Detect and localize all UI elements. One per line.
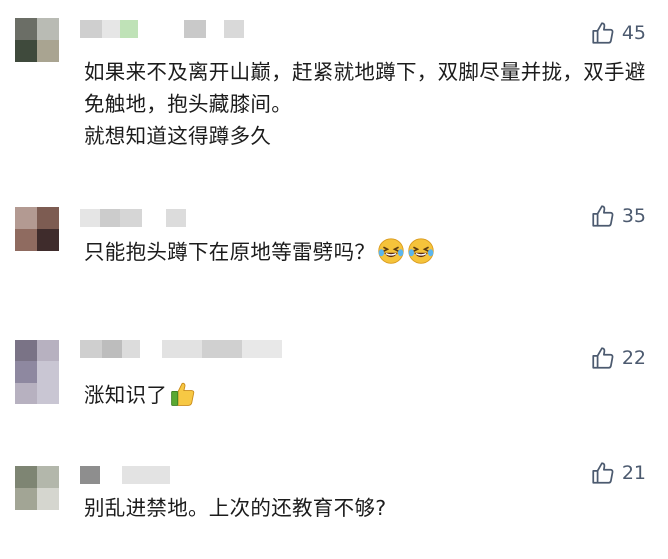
name-mosaic-block bbox=[162, 340, 202, 358]
thumbs-up-icon bbox=[592, 462, 614, 484]
thumbs-up-icon bbox=[592, 347, 614, 369]
avatar-pixel bbox=[15, 18, 37, 40]
avatar-pixel bbox=[37, 466, 59, 488]
comment-line: 如果来不及离开山巅，赶紧就地蹲下，双脚尽量并拢，双手避免触地，抱头藏膝间。 bbox=[84, 60, 646, 116]
avatar-pixel bbox=[37, 361, 59, 383]
avatar-pixel bbox=[37, 340, 59, 362]
comment-text: 涨知识了 bbox=[84, 379, 650, 411]
avatar-pixel bbox=[15, 340, 37, 362]
avatar-pixel bbox=[37, 382, 59, 404]
avatar-pixel bbox=[15, 40, 37, 62]
name-mosaic-block bbox=[206, 20, 224, 38]
avatar[interactable] bbox=[15, 18, 59, 62]
name-mosaic-block bbox=[140, 340, 162, 358]
username-obscured[interactable] bbox=[80, 466, 170, 484]
like-count: 35 bbox=[621, 205, 646, 227]
avatar-pixel bbox=[37, 488, 59, 510]
name-mosaic-block bbox=[122, 340, 140, 358]
avatar-pixel bbox=[37, 18, 59, 40]
name-mosaic-block bbox=[120, 20, 138, 38]
name-mosaic-block bbox=[184, 20, 206, 38]
name-mosaic-block bbox=[100, 209, 120, 227]
name-mosaic-block bbox=[80, 466, 100, 484]
name-mosaic-block bbox=[224, 20, 244, 38]
avatar-pixel bbox=[15, 488, 37, 510]
name-mosaic-block bbox=[102, 340, 122, 358]
comment-line: 就想知道这得蹲多久 bbox=[84, 124, 272, 148]
avatar-pixel bbox=[15, 207, 37, 229]
avatar-pixel bbox=[15, 382, 37, 404]
thumbs-up-emoji bbox=[171, 382, 195, 406]
name-mosaic-block bbox=[122, 466, 170, 484]
name-mosaic-block bbox=[142, 209, 166, 227]
avatar-pixel bbox=[15, 466, 37, 488]
comment-line: 只能抱头蹲下在原地等雷劈吗？ bbox=[84, 236, 650, 268]
thumbs-up-icon bbox=[592, 22, 614, 44]
comment-line-text: 涨知识了 bbox=[84, 383, 168, 407]
like-button[interactable]: 45 bbox=[590, 20, 646, 46]
comment-line: 别乱进禁地。上次的还教育不够? bbox=[84, 496, 387, 520]
like-count: 45 bbox=[621, 22, 646, 44]
comment-text: 如果来不及离开山巅，赶紧就地蹲下，双脚尽量并拢，双手避免触地，抱头藏膝间。 就想… bbox=[84, 56, 650, 152]
comment-text: 别乱进禁地。上次的还教育不够? bbox=[84, 492, 650, 524]
name-mosaic-block bbox=[100, 466, 122, 484]
username-obscured[interactable] bbox=[80, 209, 186, 227]
like-button[interactable]: 22 bbox=[590, 345, 646, 371]
laugh-cry-emoji bbox=[378, 238, 404, 264]
name-mosaic-block bbox=[80, 209, 100, 227]
laugh-cry-emoji bbox=[408, 238, 434, 264]
name-mosaic-block bbox=[102, 20, 120, 38]
thumbs-up-icon bbox=[592, 205, 614, 227]
comment-line: 涨知识了 bbox=[84, 379, 650, 411]
like-count: 21 bbox=[621, 462, 646, 484]
name-mosaic-block bbox=[166, 209, 186, 227]
avatar[interactable] bbox=[15, 340, 59, 404]
name-mosaic-block bbox=[138, 20, 184, 38]
username-obscured[interactable] bbox=[80, 20, 244, 38]
avatar[interactable] bbox=[15, 466, 59, 510]
avatar-pixel bbox=[37, 40, 59, 62]
name-mosaic-block bbox=[80, 340, 102, 358]
name-mosaic-block bbox=[202, 340, 242, 358]
avatar-pixel bbox=[37, 207, 59, 229]
like-count: 22 bbox=[621, 347, 646, 369]
name-mosaic-block bbox=[242, 340, 282, 358]
comment-line-text: 只能抱头蹲下在原地等雷劈吗？ bbox=[84, 240, 376, 264]
avatar-pixel bbox=[15, 361, 37, 383]
like-button[interactable]: 35 bbox=[590, 203, 646, 229]
name-mosaic-block bbox=[80, 20, 102, 38]
avatar[interactable] bbox=[15, 207, 59, 251]
like-button[interactable]: 21 bbox=[590, 460, 646, 486]
comment-text: 只能抱头蹲下在原地等雷劈吗？ bbox=[84, 236, 650, 268]
avatar-pixel bbox=[37, 229, 59, 251]
avatar-pixel bbox=[15, 229, 37, 251]
username-obscured[interactable] bbox=[80, 340, 282, 358]
name-mosaic-block bbox=[120, 209, 142, 227]
